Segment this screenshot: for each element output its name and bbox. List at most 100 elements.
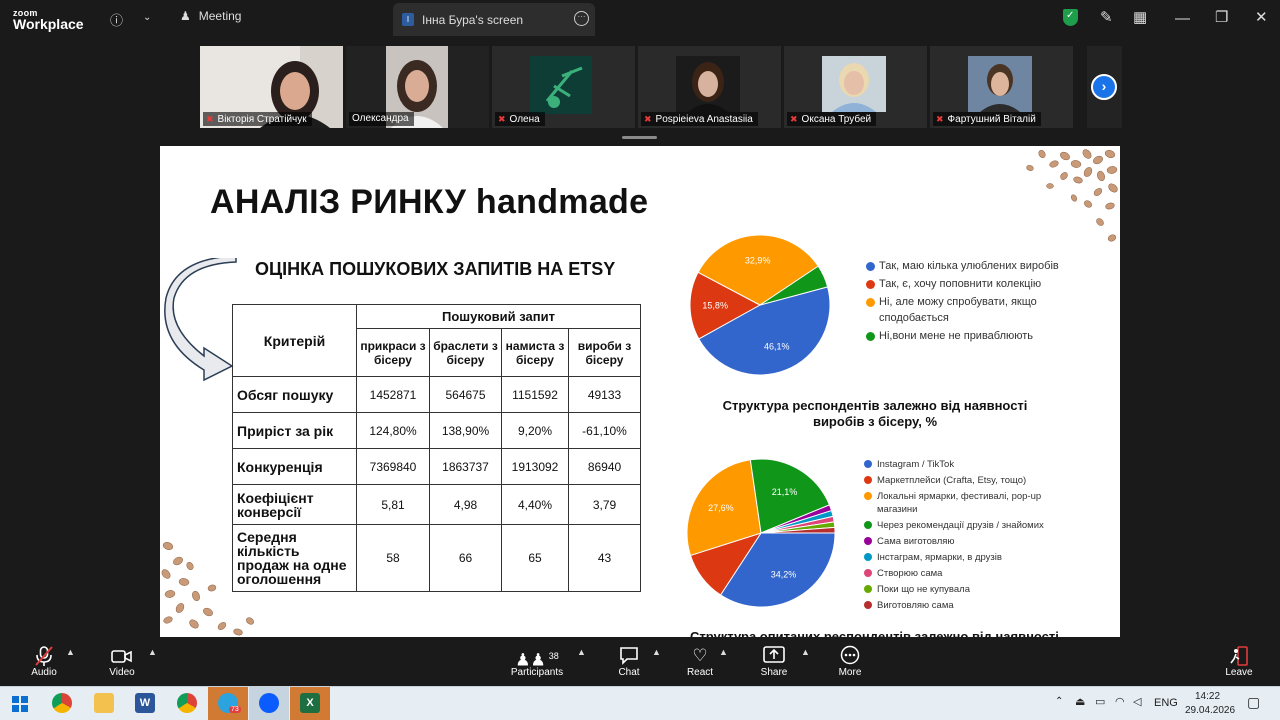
share-screen-icon: [759, 645, 789, 667]
volume-icon[interactable]: ◁: [1133, 695, 1141, 708]
usb-icon[interactable]: ⏏: [1075, 695, 1085, 708]
video-options-chevron-icon[interactable]: ▲: [148, 647, 157, 657]
participant-tile[interactable]: ✖ Олена: [492, 46, 635, 128]
share-button[interactable]: Share: [759, 645, 789, 678]
zoom-taskbar-button[interactable]: [249, 687, 289, 720]
legend-item: Інстаграм, ярмарки, в друзів: [864, 551, 1079, 564]
participants-button[interactable]: ♟♟ 38 Participants: [507, 645, 567, 678]
leave-button[interactable]: Leave: [1224, 645, 1254, 678]
table-cell: 1151592: [501, 376, 569, 413]
people-icon: ♟: [180, 9, 191, 23]
chat-icon: [614, 645, 644, 667]
next-page-button[interactable]: ›: [1087, 46, 1122, 128]
meeting-tab[interactable]: ♟ Meeting: [180, 9, 241, 23]
windows-start-icon[interactable]: [12, 696, 28, 712]
legend-label: Поки що не купувала: [877, 584, 970, 595]
telegram-taskbar-button[interactable]: 73: [208, 687, 248, 720]
annotate-pen-icon[interactable]: ✎: [1100, 8, 1113, 26]
chrome-profile-icon[interactable]: [177, 693, 197, 713]
telegram-unread-badge: 73: [229, 706, 241, 713]
legend-label: Так, маю кілька улюблених виробів: [879, 260, 1059, 272]
legend-label: Локальні ярмарки, фестивалі, pop-up мага…: [877, 491, 1042, 515]
pie-data-label: 46,1%: [764, 342, 790, 352]
table-header-row: Критерій Пошуковий запит: [232, 304, 641, 377]
participant-tile[interactable]: ✖ Фартушний Віталій: [930, 46, 1073, 128]
minimize-icon[interactable]: —: [1175, 10, 1190, 27]
restore-icon[interactable]: ❐: [1215, 8, 1228, 26]
share-options-chevron-icon[interactable]: ▲: [801, 647, 810, 657]
clock-date[interactable]: 29.04.2026: [1185, 705, 1235, 716]
more-options-icon[interactable]: ···: [574, 11, 589, 26]
screen-badge: I: [402, 13, 414, 26]
legend-item: Поки що не купувала: [864, 583, 1079, 596]
clock-time[interactable]: 14:22: [1195, 691, 1220, 702]
table-cell: 49133: [568, 376, 641, 413]
notifications-icon[interactable]: ▢: [1247, 694, 1260, 711]
table-cell: 3,79: [568, 484, 641, 525]
react-options-chevron-icon[interactable]: ▲: [719, 647, 728, 657]
table-row: Середня кількість продаж на одне оголоше…: [232, 524, 641, 592]
slide-title: АНАЛІЗ РИНКУ handmade: [210, 183, 649, 221]
participant-tile[interactable]: Олександра: [346, 46, 489, 128]
chat-button[interactable]: Chat: [614, 645, 644, 678]
participants-options-chevron-icon[interactable]: ▲: [577, 647, 586, 657]
legend-item: Маркетплейси (Crafta, Etsy, тощо): [864, 474, 1079, 487]
more-button[interactable]: More: [836, 645, 864, 678]
meeting-tab-label: Meeting: [198, 9, 242, 23]
participant-tile[interactable]: ✖ Pospieieva Anastasiia: [638, 46, 781, 128]
resize-handle[interactable]: [622, 136, 657, 139]
word-icon[interactable]: W: [135, 693, 155, 713]
react-button[interactable]: ♡ React: [685, 645, 715, 678]
table-cell: 5,81: [356, 484, 430, 525]
table-row: Приріст за рік 124,80% 138,90% 9,20% -61…: [232, 412, 641, 449]
pie-chart-legend: Instagram / TikTok Маркетплейси (Crafta,…: [864, 458, 1079, 615]
legend-label: Маркетплейси (Crafta, Etsy, тощо): [877, 475, 1027, 486]
wifi-icon[interactable]: ◠: [1115, 695, 1125, 708]
table-cell: 66: [429, 524, 502, 592]
pie-data-label: 15,8%: [702, 300, 728, 310]
more-icon: [836, 645, 864, 667]
audio-options-chevron-icon[interactable]: ▲: [66, 647, 75, 657]
tray-chevron-up-icon[interactable]: ⌃: [1055, 696, 1063, 707]
muted-mic-icon: [27, 645, 61, 667]
participant-name: Вікторія Стратійчук: [217, 114, 307, 125]
info-icon[interactable]: ⓘ: [110, 10, 123, 29]
security-shield-icon[interactable]: [1063, 9, 1078, 26]
audio-button[interactable]: Audio: [27, 645, 61, 678]
language-indicator[interactable]: ENG: [1154, 697, 1178, 709]
legend-item: Виготовляю сама: [864, 599, 1079, 612]
legend-label: Інстаграм, ярмарки, в друзів: [877, 552, 1002, 563]
zoom-app-icon: [259, 693, 279, 713]
battery-icon[interactable]: ▭: [1095, 695, 1105, 708]
participant-tile[interactable]: ✖ Вікторія Стратійчук: [200, 46, 343, 128]
legend-item: Локальні ярмарки, фестивалі, pop-up мага…: [864, 490, 1079, 516]
gallery-view-icon[interactable]: ▦: [1133, 8, 1147, 26]
file-explorer-icon[interactable]: [94, 693, 114, 713]
legend-label: Виготовляю сама: [877, 600, 954, 611]
legend-item: Через рекомендації друзів / знайомих: [864, 519, 1079, 532]
chat-label: Chat: [618, 667, 640, 678]
table-cell: 124,80%: [356, 412, 430, 449]
table-cell: -61,10%: [568, 412, 641, 449]
shared-screen-tab[interactable]: I Інна Бура's screen ···: [393, 3, 595, 36]
row-label: Середня кількість продаж на одне оголоше…: [232, 524, 357, 592]
chrome-icon[interactable]: [52, 693, 72, 713]
table-row: Обсяг пошуку 1452871 564675 1151592 4913…: [232, 376, 641, 413]
legend-dot: [864, 492, 872, 500]
legend-item: Сама виготовляю: [864, 535, 1079, 548]
close-icon[interactable]: ✕: [1255, 8, 1268, 26]
table-cell: 1863737: [429, 448, 502, 485]
legend-dot: [864, 537, 872, 545]
participant-tile[interactable]: ✖ Оксана Трубей: [784, 46, 927, 128]
audio-label: Audio: [31, 667, 57, 678]
chevron-down-icon[interactable]: ⌄: [143, 12, 151, 23]
legend-dot: [866, 298, 875, 307]
leave-icon: [1224, 645, 1254, 667]
video-button[interactable]: Video: [106, 645, 138, 678]
excel-taskbar-button[interactable]: X: [290, 687, 330, 720]
windows-taskbar: W 73 X ⌃ ⏏ ▭ ◠ ◁ ENG 14:22 29.04.2026 ▢: [0, 686, 1280, 720]
chat-options-chevron-icon[interactable]: ▲: [652, 647, 661, 657]
table-row: Конкуренція 7369840 1863737 1913092 8694…: [232, 448, 641, 485]
column-header: намиста з бісеру: [501, 328, 569, 377]
pie-chart-purchase-channels: 34,2% 27,6% 21,1%: [686, 458, 836, 608]
